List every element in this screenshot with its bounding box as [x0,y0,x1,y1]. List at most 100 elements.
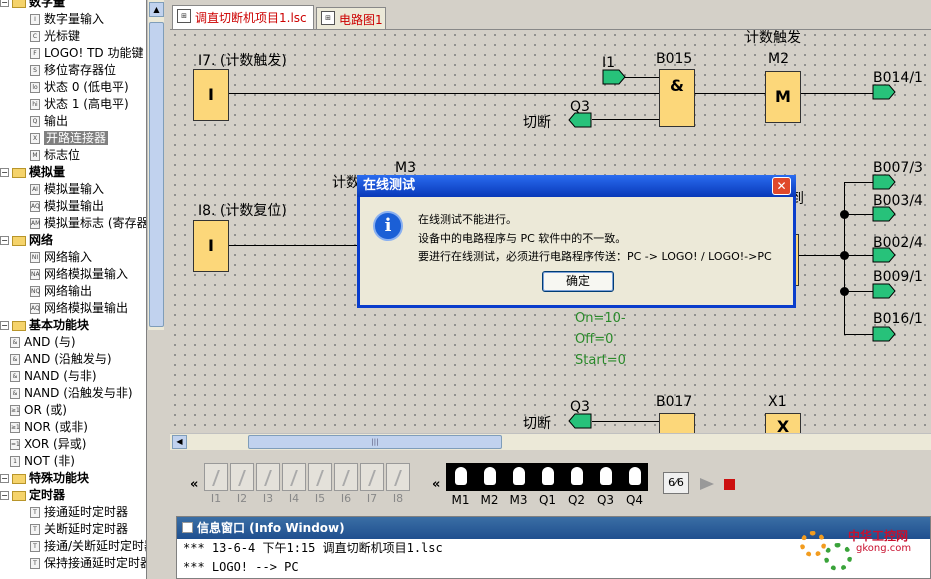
tree-category[interactable]: − 特殊功能块 [0,470,89,487]
block-type-icon: & [10,388,20,399]
collapse-icon[interactable]: − [0,0,9,7]
collapse-icon[interactable]: − [0,321,9,330]
collapse-icon[interactable]: − [0,236,9,245]
tree-item[interactable]: T 接通延时定时器 [0,504,128,521]
input-block-i7[interactable]: I [193,69,229,121]
tree-item[interactable]: X 开路连接器 [0,130,109,147]
tree-item[interactable]: Q 输出 [0,113,68,130]
simulation-settings-button[interactable]: 6⁄6 [663,472,689,494]
tree-item[interactable]: F LOGO! TD 功能键 [0,45,143,62]
ref-b016-label: B016/1 [873,311,923,327]
input-switch[interactable]: I1 [204,463,228,507]
tree-item[interactable]: AM 模拟量标志 (寄存器 [0,215,146,232]
tree-item[interactable]: T 关断延时定时器 [0,521,128,538]
chevron-left-icon[interactable]: « [190,477,198,492]
close-icon[interactable]: ✕ [772,177,791,195]
lightbulb-icon [454,467,467,485]
chevron-left-icon[interactable]: « [432,477,440,492]
tree-item[interactable]: AQ 模拟量输出 [0,198,104,215]
tree-category[interactable]: − 基本功能块 [0,317,89,334]
tree-scroll-thumb[interactable] [149,22,164,327]
collapse-icon[interactable]: − [0,168,9,177]
gkong-logo: 中华工控网 gkong.com [796,521,931,579]
collapse-icon[interactable]: − [0,491,9,500]
connector-flag-b007[interactable] [872,174,896,190]
switch-icon [334,463,358,491]
tree-item[interactable]: AQ 网络模拟量输出 [0,300,128,317]
and-block-b015[interactable]: & [659,69,695,127]
tree-item[interactable]: NQ 网络输出 [0,283,92,300]
tree-item[interactable]: lo 状态 0 (低电平) [0,79,129,96]
tree-item[interactable]: hi 状态 1 (高电平) [0,96,129,113]
canvas-hscrollbar[interactable]: ◀ ||| [170,433,931,450]
tree-item[interactable]: C 光标键 [0,28,80,45]
input-switch[interactable]: I3 [256,463,280,507]
connector-flag-b016[interactable] [872,326,896,342]
stop-icon[interactable] [724,479,735,490]
tree-item[interactable]: ≥1 NOR (或非) [0,419,88,436]
play-icon[interactable] [700,478,714,490]
connector-flag-q3[interactable] [568,112,592,128]
input-switch[interactable]: I2 [230,463,254,507]
tab-circuit[interactable]: ⊞ 电路图1 [316,7,386,29]
tab-project[interactable]: ⊞ 调直切断机项目1.lsc [172,5,314,29]
lightbulb-icon [599,467,612,485]
connector-flag-b009[interactable] [872,283,896,299]
input-block-i8[interactable]: I [193,220,229,272]
dialog-message-line: 在线测试不能进行。 [418,213,517,226]
tree-scrollbar[interactable]: ▲ [147,0,164,330]
block-type-icon: & [10,337,20,348]
input-switch[interactable]: I6 [334,463,358,507]
input-switch[interactable]: I5 [308,463,332,507]
connector-flag-b002[interactable] [872,247,896,263]
block-type-icon: T [30,507,40,518]
tree-item[interactable]: NA 网络模拟量输入 [0,266,128,283]
switch-icon [204,463,228,491]
connector-flag-b003[interactable] [872,206,896,222]
tree-item[interactable]: I 数字量输入 [0,11,104,28]
switch-icon [256,463,280,491]
tree-item[interactable]: AI 模拟量输入 [0,181,104,198]
tree-category[interactable]: − 模拟量 [0,164,65,181]
scroll-left-icon[interactable]: ◀ [172,435,187,449]
tree-category[interactable]: − 网络 [0,232,53,249]
function-block-b017[interactable] [659,413,695,433]
input-switch[interactable]: I7 [360,463,384,507]
connector-flag-q3[interactable] [568,413,592,429]
wire [229,245,359,246]
tree-category[interactable]: − 数字量 [0,0,65,11]
param-start: Start=0 [575,353,626,368]
tree-item[interactable]: T 接通/关断延时定时器 [0,538,146,555]
tree-item[interactable]: S 移位寄存器位 [0,62,116,79]
marker-block-m2[interactable]: M [765,71,801,123]
library-tree[interactable]: − 数字量 I 数字量输入 C 光标键 F LOGO! TD 功能键 S 移位寄存器位 lo 状态 0… [0,0,147,579]
scroll-up-icon[interactable]: ▲ [149,2,164,17]
wire [592,421,659,422]
input-switch[interactable]: I8 [386,463,410,507]
open-connector-block-x1[interactable]: X [765,413,801,433]
tree-item[interactable]: =1 XOR (异或) [0,436,86,453]
tree-item[interactable]: & NAND (与非) [0,368,97,385]
connector-flag-i1[interactable] [602,69,626,85]
canvas-scroll-thumb[interactable]: ||| [248,435,502,449]
tree-item[interactable]: & NAND (沿触发与非) [0,385,133,402]
ok-button[interactable]: 确定 [542,271,614,292]
tree-category[interactable]: − 定时器 [0,487,65,504]
tree-item[interactable]: & AND (与) [0,334,76,351]
output-lamp: Q3 [591,463,620,507]
wire [592,119,659,120]
tree-item[interactable]: NI 网络输入 [0,249,92,266]
collapse-icon[interactable]: − [0,474,9,483]
output-lamp: M3 [504,463,533,507]
input-switch[interactable]: I4 [282,463,306,507]
tree-item[interactable]: & AND (沿触发与) [0,351,112,368]
tree-item[interactable]: 1 NOT (非) [0,453,75,470]
tree-item[interactable]: M 标志位 [0,147,80,164]
tree-item[interactable]: T 保持接通延时定时器 [0,555,146,572]
output-lamp: M1 [446,463,475,507]
switch-icon [386,463,410,491]
connector-flag-b014[interactable] [872,84,896,100]
dialog-message-line: 要进行在线测试，必须进行电路程序传送：PC -> LOGO! / LOGO!->… [418,250,772,263]
output-lamp: M2 [475,463,504,507]
tree-item[interactable]: ≥1 OR (或) [0,402,67,419]
